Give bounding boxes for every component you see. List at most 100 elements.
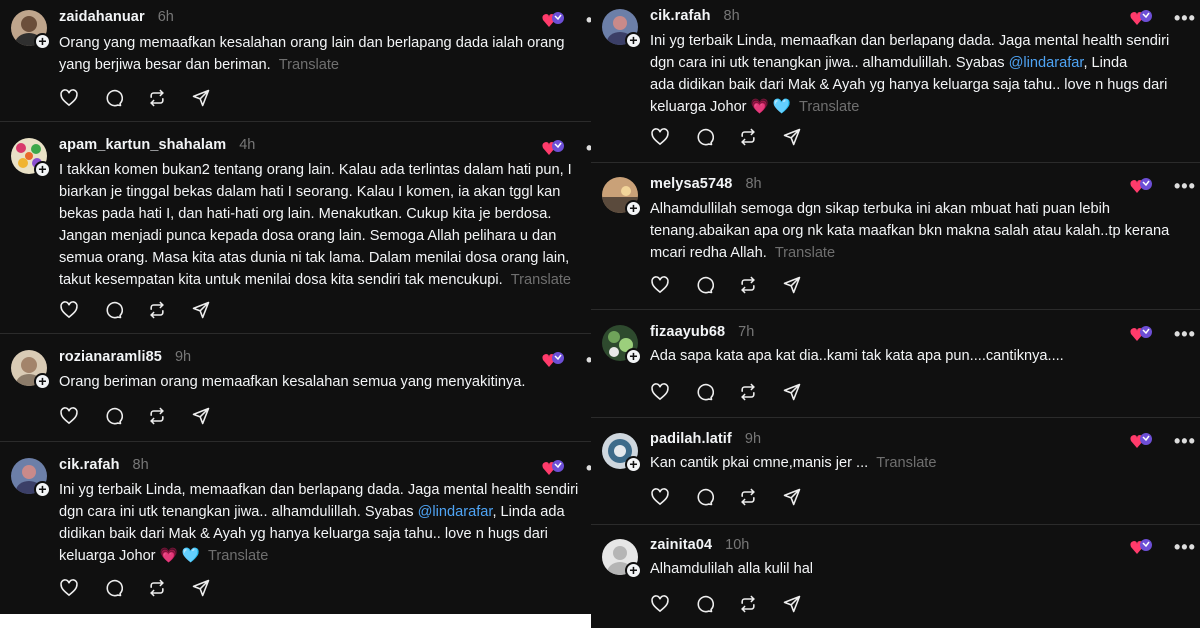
action-bar — [59, 406, 235, 426]
share-icon[interactable] — [782, 487, 802, 507]
follow-plus-icon[interactable]: + — [625, 200, 642, 217]
username[interactable]: zaidahanuar — [59, 9, 145, 25]
username[interactable]: fizaayub68 — [650, 324, 725, 340]
timestamp: 8h — [132, 457, 149, 473]
username[interactable]: melysa5748 — [650, 176, 732, 192]
share-icon[interactable] — [782, 127, 802, 147]
mention-link[interactable]: @lindarafar — [418, 504, 493, 520]
comment-icon[interactable] — [103, 300, 123, 320]
share-icon[interactable] — [782, 594, 802, 614]
like-icon[interactable] — [650, 275, 670, 295]
comment-icon[interactable] — [694, 382, 714, 402]
share-icon[interactable] — [191, 300, 211, 320]
comment-post: + zaidahanuar 6h ••• Orang yang memaafka… — [0, 0, 600, 122]
repost-icon[interactable] — [147, 88, 167, 108]
follow-plus-icon[interactable]: + — [34, 33, 51, 50]
like-icon[interactable] — [650, 594, 670, 614]
comment-post: + padilah.latif 9h ••• Kan cantik pkai c… — [591, 418, 1200, 525]
avatar[interactable]: + — [602, 325, 642, 365]
more-icon[interactable]: ••• — [1174, 9, 1196, 27]
translate-link[interactable]: Translate — [799, 99, 859, 115]
repost-icon[interactable] — [738, 275, 758, 295]
follow-plus-icon[interactable]: + — [34, 161, 51, 178]
share-icon[interactable] — [782, 275, 802, 295]
repost-icon[interactable] — [738, 487, 758, 507]
username[interactable]: zainita04 — [650, 537, 712, 553]
translate-link[interactable]: Translate — [775, 245, 835, 261]
action-bar — [650, 275, 826, 295]
action-bar — [650, 487, 826, 507]
translate-link[interactable]: Translate — [511, 272, 571, 288]
avatar[interactable]: + — [602, 433, 642, 473]
avatar[interactable]: + — [11, 350, 51, 390]
comment-post: + zainita04 10h ••• Alhamdulilah alla ku… — [591, 525, 1200, 628]
username[interactable]: rozianaramli85 — [59, 349, 162, 365]
emoji-badge-icon — [542, 139, 566, 157]
comment-icon[interactable] — [103, 578, 123, 598]
username[interactable]: apam_kartun_shahalam — [59, 137, 226, 153]
comment-icon[interactable] — [694, 127, 714, 147]
follow-plus-icon[interactable]: + — [625, 456, 642, 473]
timestamp: 6h — [157, 9, 174, 25]
like-icon[interactable] — [650, 487, 670, 507]
comment-post: + rozianaramli85 9h ••• Orang beriman or… — [0, 334, 600, 442]
comment-icon[interactable] — [103, 406, 123, 426]
share-icon[interactable] — [191, 406, 211, 426]
repost-icon[interactable] — [738, 594, 758, 614]
repost-icon[interactable] — [147, 578, 167, 598]
comment-post: + fizaayub68 7h ••• Ada sapa kata apa ka… — [591, 310, 1200, 418]
like-icon[interactable] — [59, 88, 79, 108]
translate-link[interactable]: Translate — [279, 57, 339, 73]
repost-icon[interactable] — [147, 300, 167, 320]
like-icon[interactable] — [650, 382, 670, 402]
more-icon[interactable]: ••• — [1174, 538, 1196, 556]
share-icon[interactable] — [191, 88, 211, 108]
like-icon[interactable] — [59, 578, 79, 598]
timestamp: 9h — [174, 349, 192, 365]
follow-plus-icon[interactable]: + — [625, 32, 642, 49]
username[interactable]: cik.rafah — [650, 8, 711, 24]
avatar[interactable]: + — [602, 9, 642, 49]
more-icon[interactable]: ••• — [1174, 432, 1196, 450]
comment-icon[interactable] — [103, 88, 123, 108]
emoji-badge-icon — [542, 459, 566, 477]
more-icon[interactable]: ••• — [1174, 325, 1196, 343]
follow-plus-icon[interactable]: + — [34, 481, 51, 498]
avatar[interactable]: + — [11, 458, 51, 498]
share-icon[interactable] — [191, 578, 211, 598]
timestamp: 8h — [745, 176, 762, 192]
timestamp: 4h — [239, 137, 256, 153]
like-icon[interactable] — [59, 300, 79, 320]
username[interactable]: cik.rafah — [59, 457, 120, 473]
follow-plus-icon[interactable]: + — [625, 348, 642, 365]
comment-text: bekas pada hati I, dan hati-hati org lai… — [59, 206, 552, 222]
translate-link[interactable]: Translate — [208, 548, 268, 564]
share-icon[interactable] — [782, 382, 802, 402]
follow-plus-icon[interactable]: + — [34, 373, 51, 390]
comment-text: dgn cara ini utk tenangkan jiwa.. alhamd… — [59, 504, 418, 520]
comment-text: ada didikan baik dari Mak & Ayah yg hany… — [650, 77, 1168, 93]
action-bar — [650, 382, 826, 402]
username[interactable]: padilah.latif — [650, 431, 732, 447]
comment-icon[interactable] — [694, 487, 714, 507]
like-icon[interactable] — [650, 127, 670, 147]
emoji-badge-icon — [542, 351, 566, 369]
avatar[interactable]: + — [602, 177, 642, 217]
avatar[interactable]: + — [602, 539, 642, 579]
mention-link[interactable]: @lindarafar — [1009, 55, 1084, 71]
repost-icon[interactable] — [738, 382, 758, 402]
avatar[interactable]: + — [11, 10, 51, 50]
repost-icon[interactable] — [738, 127, 758, 147]
like-icon[interactable] — [59, 406, 79, 426]
timestamp: 8h — [723, 8, 740, 24]
translate-link[interactable]: Translate — [876, 455, 936, 471]
action-bar — [650, 127, 826, 147]
emoji-badge-icon — [542, 11, 566, 29]
comment-icon[interactable] — [694, 275, 714, 295]
more-icon[interactable]: ••• — [1174, 177, 1196, 195]
comment-icon[interactable] — [694, 594, 714, 614]
repost-icon[interactable] — [147, 406, 167, 426]
timestamp: 9h — [744, 431, 762, 447]
follow-plus-icon[interactable]: + — [625, 562, 642, 579]
avatar[interactable]: + — [11, 138, 51, 178]
